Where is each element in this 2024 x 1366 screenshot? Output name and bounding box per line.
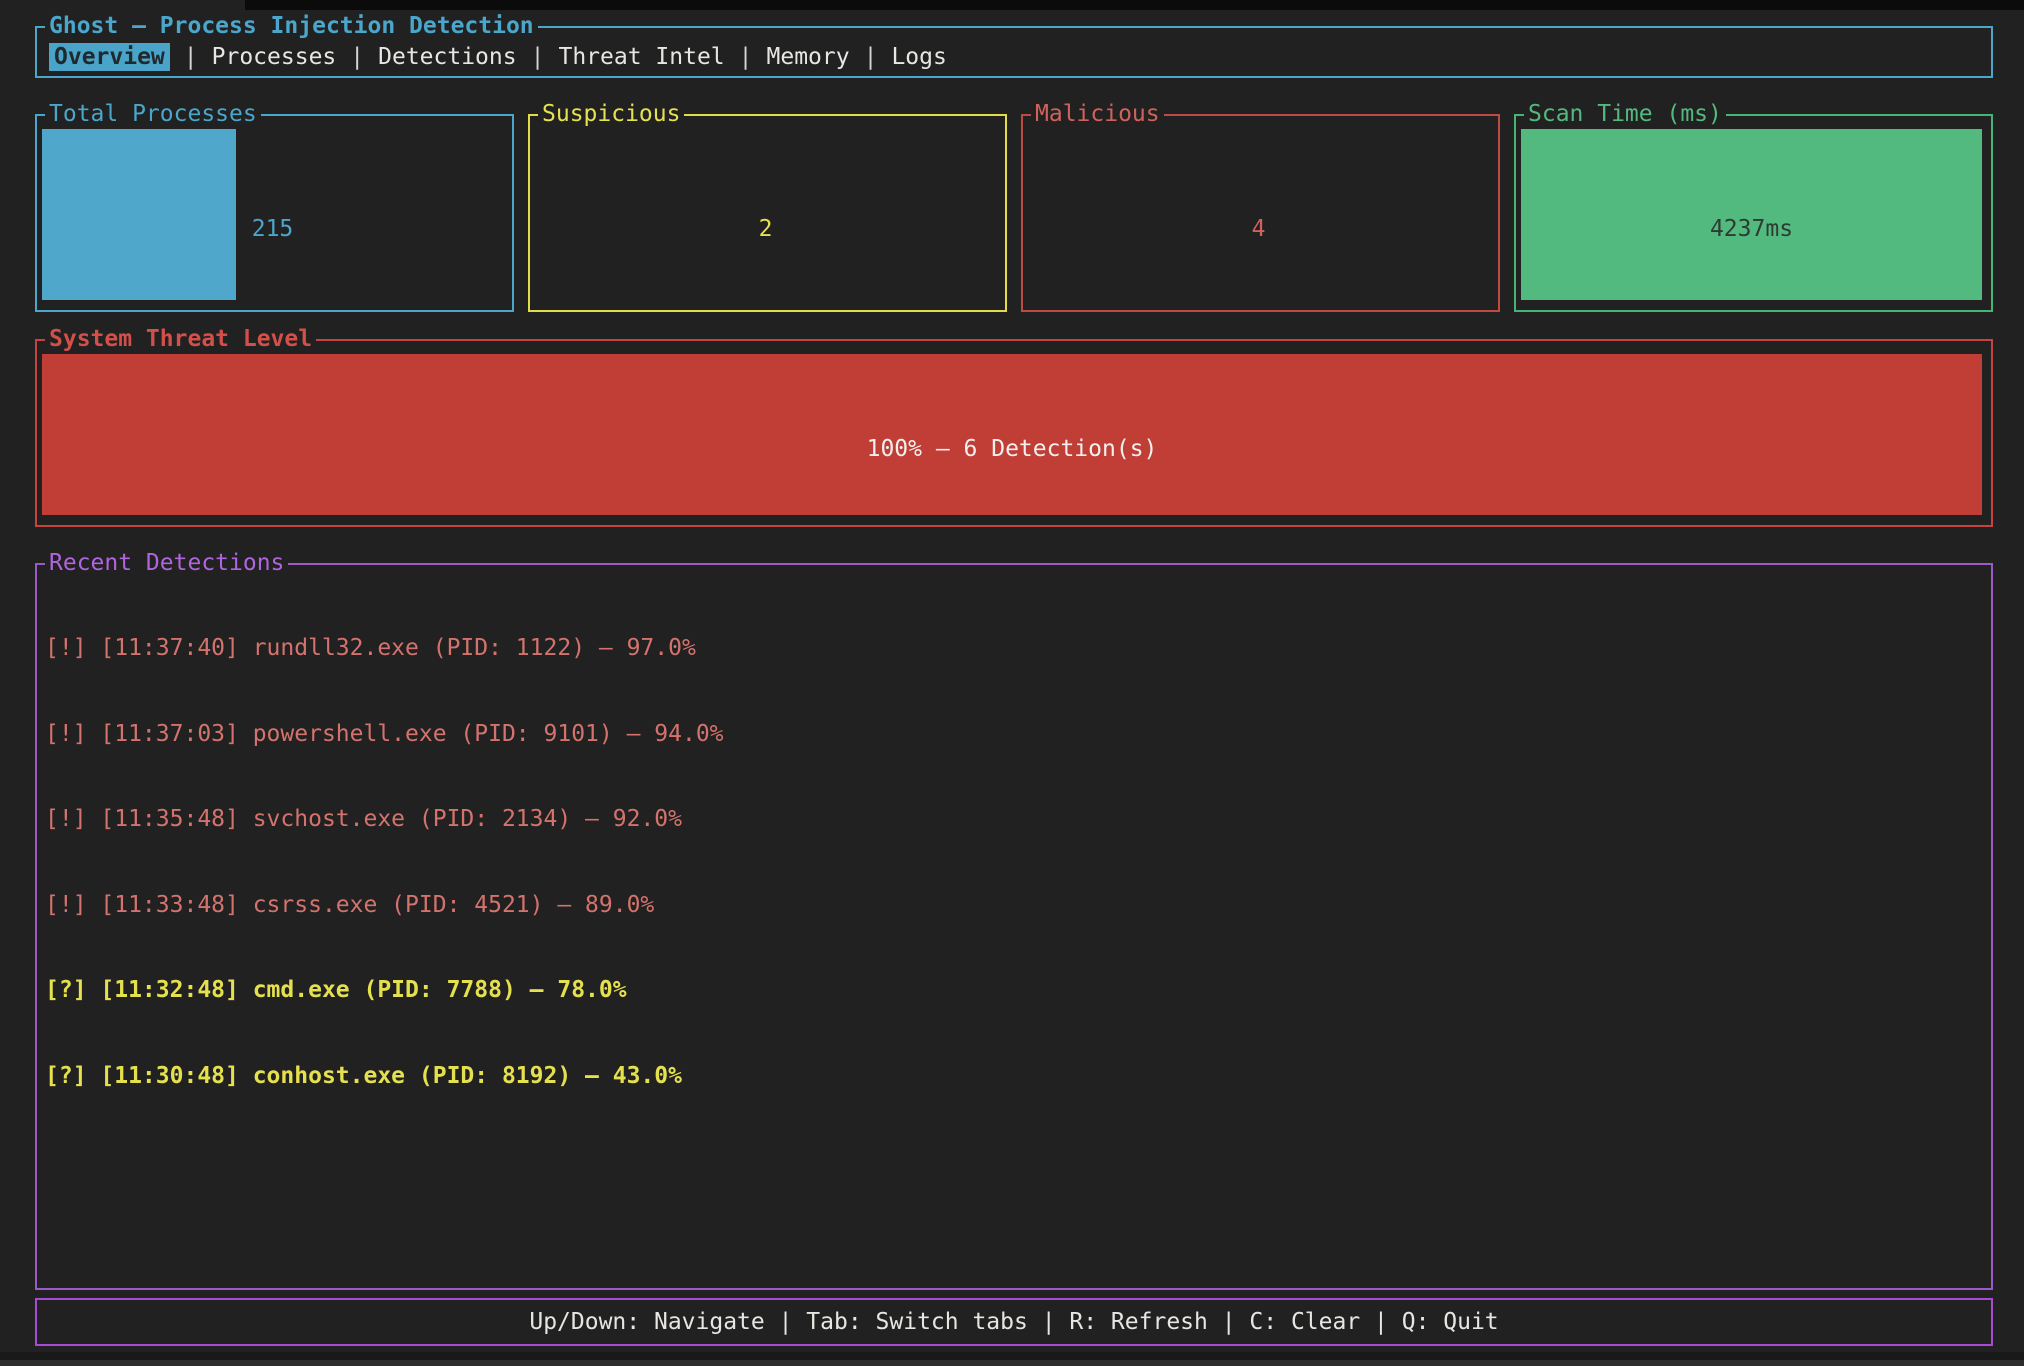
tab-detections[interactable]: Detections: [378, 44, 516, 70]
header-panel: Ghost — Process Injection Detection Over…: [35, 26, 1993, 78]
tab-separator-icon: |: [184, 44, 198, 70]
tab-overview[interactable]: Overview: [49, 43, 170, 71]
detection-row[interactable]: [!] [11:33:48] csrss.exe (PID: 4521) — 8…: [45, 891, 1983, 920]
tab-threat-intel[interactable]: Threat Intel: [558, 44, 724, 70]
stat-total-processes: Total Processes 215: [35, 114, 514, 312]
stat-suspicious: Suspicious 2: [528, 114, 1007, 312]
recent-detections-title: Recent Detections: [45, 550, 288, 576]
footer-hints-panel: Up/Down: Navigate | Tab: Switch tabs | R…: [35, 1298, 1993, 1346]
threat-level-gauge: 100% — 6 Detection(s): [42, 354, 1982, 515]
tab-processes[interactable]: Processes: [212, 44, 337, 70]
detections-list: [!] [11:37:40] rundll32.exe (PID: 1122) …: [45, 577, 1983, 1147]
recent-detections-panel: Recent Detections [!] [11:37:40] rundll3…: [35, 563, 1993, 1290]
malicious-gauge: 4: [1028, 129, 1489, 300]
gauge-value: 4237ms: [1521, 143, 1982, 314]
detection-row[interactable]: [!] [11:35:48] svchost.exe (PID: 2134) —…: [45, 805, 1983, 834]
total-processes-gauge: 215: [42, 129, 503, 300]
tab-separator-icon: |: [350, 44, 364, 70]
tab-separator-icon: |: [531, 44, 545, 70]
gauge-value: 2: [535, 143, 996, 314]
stat-scan-time: Scan Time (ms) 4237ms: [1514, 114, 1993, 312]
footer-hints: Up/Down: Navigate | Tab: Switch tabs | R…: [37, 1300, 1991, 1344]
tab-bar: Overview | Processes | Detections | Thre…: [37, 28, 1991, 76]
detection-row[interactable]: [!] [11:37:40] rundll32.exe (PID: 1122) …: [45, 634, 1983, 663]
threat-level-title: System Threat Level: [45, 326, 316, 352]
scan-time-gauge: 4237ms: [1521, 129, 1982, 300]
stat-title: Suspicious: [538, 101, 684, 127]
tab-memory[interactable]: Memory: [767, 44, 850, 70]
stat-title: Scan Time (ms): [1524, 101, 1726, 127]
tab-separator-icon: |: [864, 44, 878, 70]
detection-row[interactable]: [?] [11:32:48] cmd.exe (PID: 7788) — 78.…: [45, 976, 1983, 1005]
detection-row[interactable]: [!] [11:37:03] powershell.exe (PID: 9101…: [45, 720, 1983, 749]
stat-title: Malicious: [1031, 101, 1164, 127]
stat-title: Total Processes: [45, 101, 261, 127]
tab-logs[interactable]: Logs: [891, 44, 946, 70]
suspicious-gauge: 2: [535, 129, 996, 300]
detection-row[interactable]: [?] [11:30:48] conhost.exe (PID: 8192) —…: [45, 1062, 1983, 1091]
window-top-edge: [245, 0, 2024, 10]
tab-separator-icon: |: [739, 44, 753, 70]
window-bottom-edge: [0, 1352, 2024, 1360]
app-screen: Ghost — Process Injection Detection Over…: [0, 0, 2024, 1366]
threat-level-value: 100% — 6 Detection(s): [42, 368, 1982, 529]
window-bottom-border: [0, 1360, 2024, 1366]
threat-level-panel: System Threat Level 100% — 6 Detection(s…: [35, 339, 1993, 527]
stat-malicious: Malicious 4: [1021, 114, 1500, 312]
gauge-value: 4: [1028, 143, 1489, 314]
gauge-value: 215: [42, 143, 503, 314]
